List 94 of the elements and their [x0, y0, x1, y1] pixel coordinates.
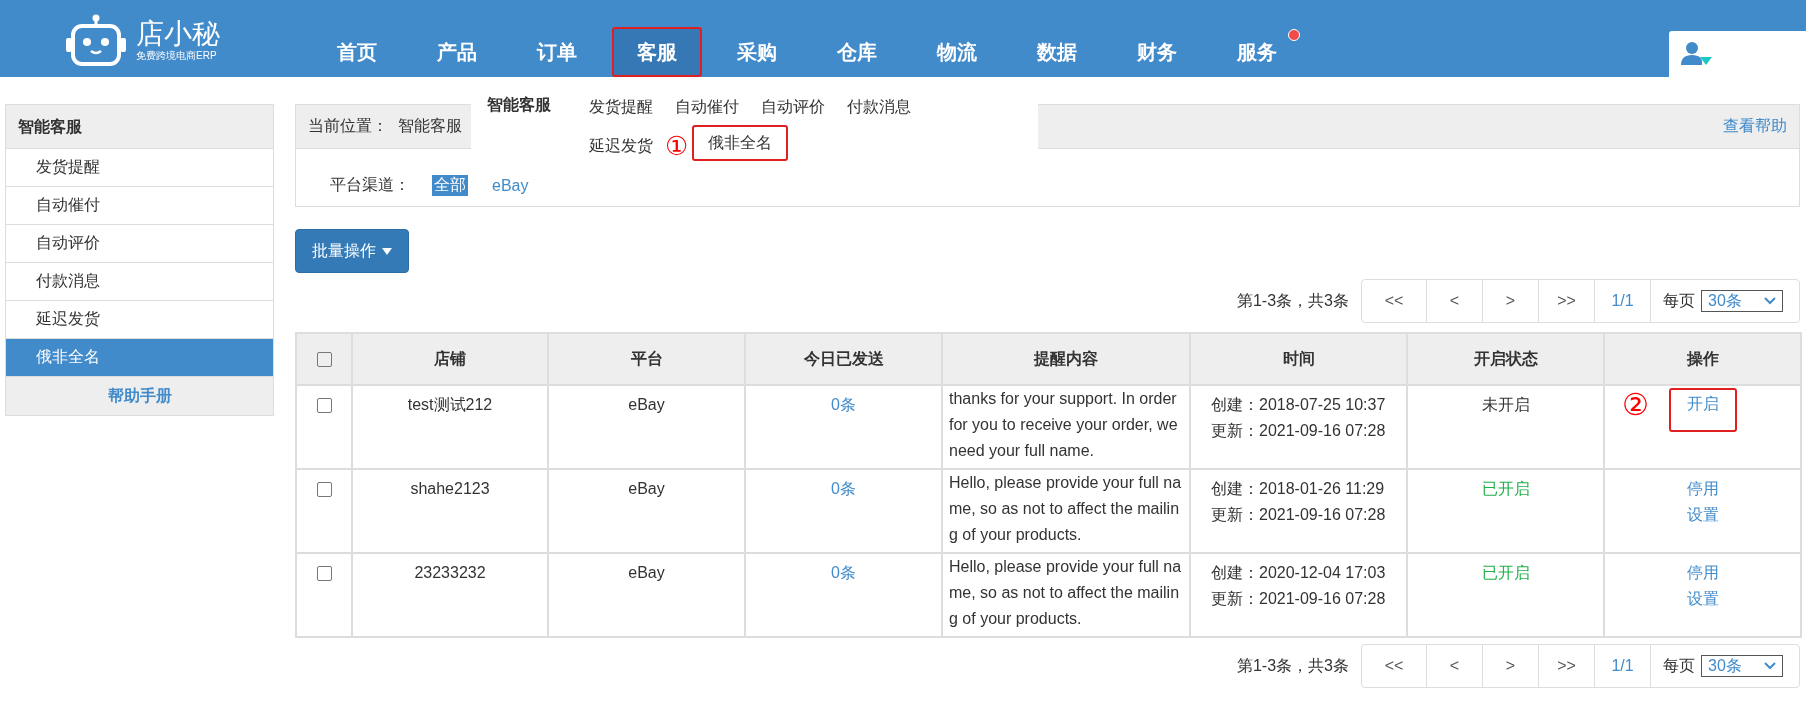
- sidebar-item[interactable]: 自动催付: [6, 187, 273, 225]
- menu-group-title: 智能客服: [487, 95, 551, 115]
- action-link[interactable]: 停用: [1686, 476, 1719, 502]
- page-button[interactable]: <<: [1362, 280, 1427, 322]
- breadcrumb-label: 当前位置：: [308, 116, 388, 136]
- status-text: 已开启: [1481, 480, 1530, 497]
- user-icon: [1681, 41, 1713, 67]
- table-cell: eBay: [548, 553, 745, 637]
- sidebar-item[interactable]: 自动评价: [6, 225, 273, 263]
- status-text: 未开启: [1481, 396, 1530, 413]
- nav-tab[interactable]: 产品: [412, 27, 502, 77]
- menu-item[interactable]: 发货提醒: [587, 95, 655, 119]
- action-link[interactable]: 停用: [1686, 560, 1719, 586]
- sidebar-item[interactable]: 俄非全名: [6, 339, 273, 377]
- help-link[interactable]: 查看帮助: [1723, 116, 1787, 137]
- page-button[interactable]: >: [1483, 280, 1539, 322]
- logo-name: 店小秘: [136, 18, 220, 50]
- page-button[interactable]: >>: [1539, 645, 1595, 687]
- nav-tab[interactable]: 订单: [512, 27, 602, 77]
- page-indicator[interactable]: 1/1: [1595, 280, 1651, 322]
- page-indicator[interactable]: 1/1: [1595, 645, 1651, 687]
- table-cell: shahe2123: [352, 469, 548, 553]
- logo-tagline: 免费跨境电商ERP: [136, 50, 218, 62]
- sidebar-item[interactable]: 发货提醒: [6, 149, 273, 187]
- status-text: 已开启: [1481, 564, 1530, 581]
- checkbox[interactable]: [316, 482, 332, 498]
- caret-icon: [382, 247, 392, 255]
- column-header: 店铺: [352, 333, 548, 385]
- menu-item[interactable]: 付款消息: [845, 95, 913, 119]
- nav-tab[interactable]: 财务: [1112, 27, 1202, 77]
- table-cell: 23233232: [352, 553, 548, 637]
- sidebar-title: 智能客服: [6, 105, 273, 149]
- sent-count-link[interactable]: 0条: [831, 564, 856, 581]
- pagination-summary: 第1-3条，共3条: [1236, 290, 1349, 311]
- menu-item[interactable]: 俄非全名: [692, 125, 789, 161]
- created-time: 创建：2020-12-04 17:03: [1211, 563, 1387, 583]
- table-cell: eBay: [548, 469, 745, 553]
- updated-time: 更新：2021-09-16 07:28: [1211, 505, 1387, 525]
- page-button[interactable]: >: [1483, 645, 1539, 687]
- created-time: 创建：2018-01-26 11:29: [1211, 479, 1386, 499]
- per-page-select[interactable]: 30条: [1701, 290, 1783, 312]
- table-cell: Hello, please provide your full name, so as not to affect the mailing of your products.: [942, 469, 1190, 553]
- column-header: 操作: [1604, 333, 1801, 385]
- updated-time: 更新：2021-09-16 07:28: [1211, 589, 1387, 609]
- menu-item[interactable]: 延迟发货: [587, 134, 655, 158]
- page-button[interactable]: <: [1427, 645, 1483, 687]
- table-cell: thanks for your support. In order for you to receive your order, we need your full name.: [942, 385, 1190, 469]
- checkbox[interactable]: [316, 352, 332, 368]
- filter-option[interactable]: eBay: [490, 176, 531, 195]
- checkbox[interactable]: [316, 398, 332, 414]
- action-link[interactable]: 设置: [1686, 586, 1719, 612]
- checkbox[interactable]: [316, 566, 332, 582]
- column-header: 时间: [1190, 333, 1407, 385]
- annotation-number: ②: [1622, 390, 1649, 420]
- filter-option[interactable]: 全部: [432, 175, 468, 196]
- robot-logo-icon: [64, 14, 128, 66]
- nav-tab[interactable]: 数据: [1012, 27, 1102, 77]
- nav-tab[interactable]: 采购: [712, 27, 802, 77]
- updated-time: 更新：2021-09-16 07:28: [1211, 421, 1387, 441]
- column-header: 提醒内容: [942, 333, 1190, 385]
- menu-item[interactable]: 自动评价: [759, 95, 827, 119]
- nav-tab[interactable]: 服务: [1212, 27, 1302, 77]
- table-cell: test测试212: [352, 385, 548, 469]
- action-link[interactable]: 设置: [1686, 502, 1719, 528]
- action-link[interactable]: 开启: [1668, 388, 1737, 432]
- column-header: 今日已发送: [745, 333, 942, 385]
- per-page-label: 每页: [1662, 290, 1696, 311]
- chevron-down-icon: [1764, 662, 1776, 670]
- help-manual-link[interactable]: 帮助手册: [6, 377, 273, 415]
- column-header: 平台: [548, 333, 745, 385]
- pagination-summary: 第1-3条，共3条: [1236, 655, 1349, 676]
- page-button[interactable]: <<: [1362, 645, 1427, 687]
- table-cell: Hello, please provide your full name, so as not to affect the mailing of your products.: [942, 553, 1190, 637]
- chevron-down-icon: [1764, 297, 1776, 305]
- per-page-label: 每页: [1662, 655, 1696, 676]
- nav-tab[interactable]: 首页: [312, 27, 402, 77]
- annotation-number: ①: [665, 131, 689, 161]
- per-page-select[interactable]: 30条: [1701, 655, 1783, 677]
- nav-tab[interactable]: 物流: [912, 27, 1002, 77]
- batch-action-button[interactable]: 批量操作: [295, 229, 409, 273]
- page-button[interactable]: <: [1427, 280, 1483, 322]
- nav-tab[interactable]: 客服: [612, 27, 702, 77]
- sidebar-item[interactable]: 付款消息: [6, 263, 273, 301]
- sent-count-link[interactable]: 0条: [831, 396, 856, 413]
- column-header: 开启状态: [1407, 333, 1604, 385]
- filter-label: 平台渠道：: [330, 175, 410, 195]
- menu-item[interactable]: 自动催付: [673, 95, 741, 119]
- page-button[interactable]: >>: [1539, 280, 1595, 322]
- sent-count-link[interactable]: 0条: [831, 480, 856, 497]
- nav-tab[interactable]: 仓库: [812, 27, 902, 77]
- created-time: 创建：2018-07-25 10:37: [1211, 395, 1387, 415]
- table-cell: eBay: [548, 385, 745, 469]
- user-panel[interactable]: [1669, 31, 1806, 77]
- breadcrumb-path: 智能客服: [398, 116, 462, 136]
